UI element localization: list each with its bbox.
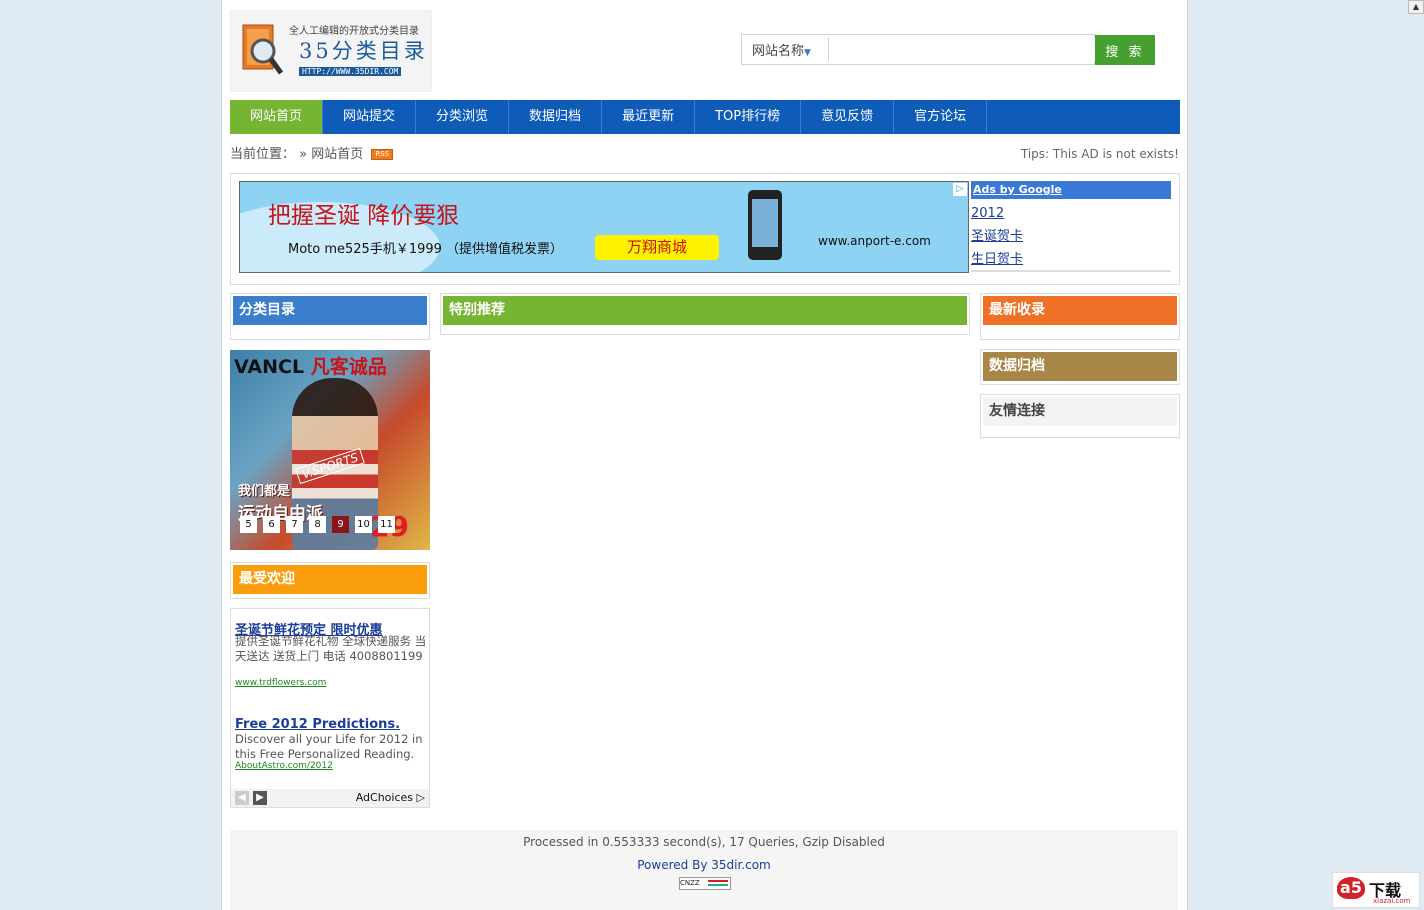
nav-item-forum[interactable]: 官方论坛 [894,100,988,134]
nav-item-feedback[interactable]: 意见反馈 [801,100,895,134]
chevron-left-icon[interactable]: ◀ [235,791,249,805]
featured-box-title: 特别推荐 [443,296,967,325]
breadcrumb: 当前位置： » 网站首页 RSS [230,143,394,162]
book-magnifier-icon [242,24,283,75]
nav-item-top[interactable]: TOP排行榜 [695,100,802,134]
ad-strip: 把握圣诞 降价要狠 Moto me525手机￥1999 （提供增值税发票） 万翔… [230,173,1180,285]
main-nav: 网站首页 网站提交 分类浏览 数据归档 最近更新 TOP排行榜 意见反馈 官方论… [230,100,1180,134]
footer: Processed in 0.553333 second(s), 17 Quer… [230,830,1178,910]
latest-box: 最新收录 [980,293,1180,340]
vancl-brand: VANCL 凡客诚品 [234,356,387,378]
powered-by-link[interactable]: Powered By 35dir.com [230,858,1178,872]
search-box: 网站名称▼ [741,34,1099,65]
banner-ad[interactable]: 把握圣诞 降价要狠 Moto me525手机￥1999 （提供增值税发票） 万翔… [239,181,969,273]
nav-item-home[interactable]: 网站首页 [230,100,324,134]
rss-icon[interactable]: RSS [371,149,394,160]
pager-item-active[interactable]: 9 [332,516,349,533]
pager-item[interactable]: 7 [286,516,303,533]
phone-image [748,190,782,260]
pager-item[interactable]: 6 [263,516,280,533]
category-box-title: 分类目录 [233,296,427,325]
text-ad-desc: 提供圣诞节鲜花礼物 全球快递服务 当天送达 送货上门 电话 4008801199 [235,634,427,663]
category-box: 分类目录 [230,293,430,340]
google-ad-links: Ads by Google 2012 圣诞贺卡 生日贺卡 [971,181,1171,272]
search-input[interactable] [828,37,1099,61]
latest-box-title: 最新收录 [983,296,1177,325]
vancl-ad[interactable]: VANCL 凡客诚品 V.SPORTS 我们都是运动自由派 29 5 6 7 8… [230,350,430,550]
ads-by-google[interactable]: Ads by Google [971,181,1171,199]
archive-box: 数据归档 [980,349,1180,385]
site-logo[interactable]: 全人工编辑的开放式分类目录 35分类目录 HTTP://WWW.35DIR.CO… [230,10,432,92]
text-ad-url[interactable]: www.trdflowers.com [235,678,326,688]
text-ad-title[interactable]: Free 2012 Predictions. [235,717,400,732]
featured-box: 特别推荐 [440,293,970,335]
breadcrumb-current[interactable]: 网站首页 [311,147,363,162]
scroll-up-arrow-icon[interactable]: ▲ [1408,0,1424,14]
banner-subline: Moto me525手机￥1999 （提供增值税发票） [288,242,564,257]
divider [971,270,1171,272]
chevron-right-icon[interactable]: ▶ [253,791,267,805]
pager-item[interactable]: 5 [240,516,257,533]
archive-box-title: 数据归档 [983,352,1177,381]
nav-item-updates[interactable]: 最近更新 [602,100,696,134]
friends-box: 友情连接 [980,394,1180,438]
nav-item-archive[interactable]: 数据归档 [509,100,603,134]
pager-item[interactable]: 11 [378,516,395,533]
tips-text: Tips: This AD is not exists! [1020,147,1179,161]
banner-headline: 把握圣诞 降价要狠 [268,203,460,229]
text-ad-url[interactable]: AboutAstro.com/2012 [235,761,333,771]
ad-link-birthday-cards[interactable]: 生日贺卡 [971,252,1171,268]
popular-box-title: 最受欢迎 [233,565,427,594]
ad-link-christmas-cards[interactable]: 圣诞贺卡 [971,229,1171,245]
banner-mall-button[interactable]: 万翔商城 [595,235,719,260]
processed-stats: Processed in 0.553333 second(s), 17 Quer… [523,835,885,849]
chevron-down-icon: ▼ [804,48,811,58]
friends-box-title: 友情连接 [983,397,1177,426]
logo-title: 35分类目录 [299,39,428,63]
page-container: 全人工编辑的开放式分类目录 35分类目录 HTTP://WWW.35DIR.CO… [221,0,1188,910]
adchoices-icon: ▷ [416,791,425,804]
cnzz-badge[interactable]: CNZZ [679,877,731,890]
search-type-select[interactable]: 网站名称▼ [752,40,811,59]
breadcrumb-separator: » [299,147,308,162]
ad-footer: ◀ ▶ AdChoices ▷ [231,789,429,807]
popular-box: 最受欢迎 [230,562,430,599]
corner-logo-domain: xiazai.com [1373,897,1411,905]
breadcrumb-label: 当前位置： [230,147,296,162]
text-ad-desc: Discover all your Life for 2012 in this … [235,732,423,761]
search-button[interactable]: 搜 索 [1095,35,1155,65]
pager-item[interactable]: 8 [309,516,326,533]
adchoices-icon[interactable]: ▷ [953,183,967,196]
adchoices-link[interactable]: AdChoices ▷ [356,791,425,804]
ad-link-2012[interactable]: 2012 [971,206,1171,222]
banner-url: www.anport-e.com [818,234,931,248]
vancl-pager: 5 6 7 8 9 10 11 [240,516,395,533]
a5-logo-icon: a5 [1337,877,1365,899]
pager-item[interactable]: 10 [355,516,372,533]
nav-item-submit[interactable]: 网站提交 [323,100,417,134]
corner-logo[interactable]: a5 下载 xiazai.com [1332,872,1420,908]
text-ad-box: 圣诞节鲜花预定 限时优惠 提供圣诞节鲜花礼物 全球快递服务 当天送达 送货上门 … [230,608,430,808]
logo-url: HTTP://WWW.35DIR.COM [299,67,402,76]
nav-item-browse[interactable]: 分类浏览 [416,100,510,134]
